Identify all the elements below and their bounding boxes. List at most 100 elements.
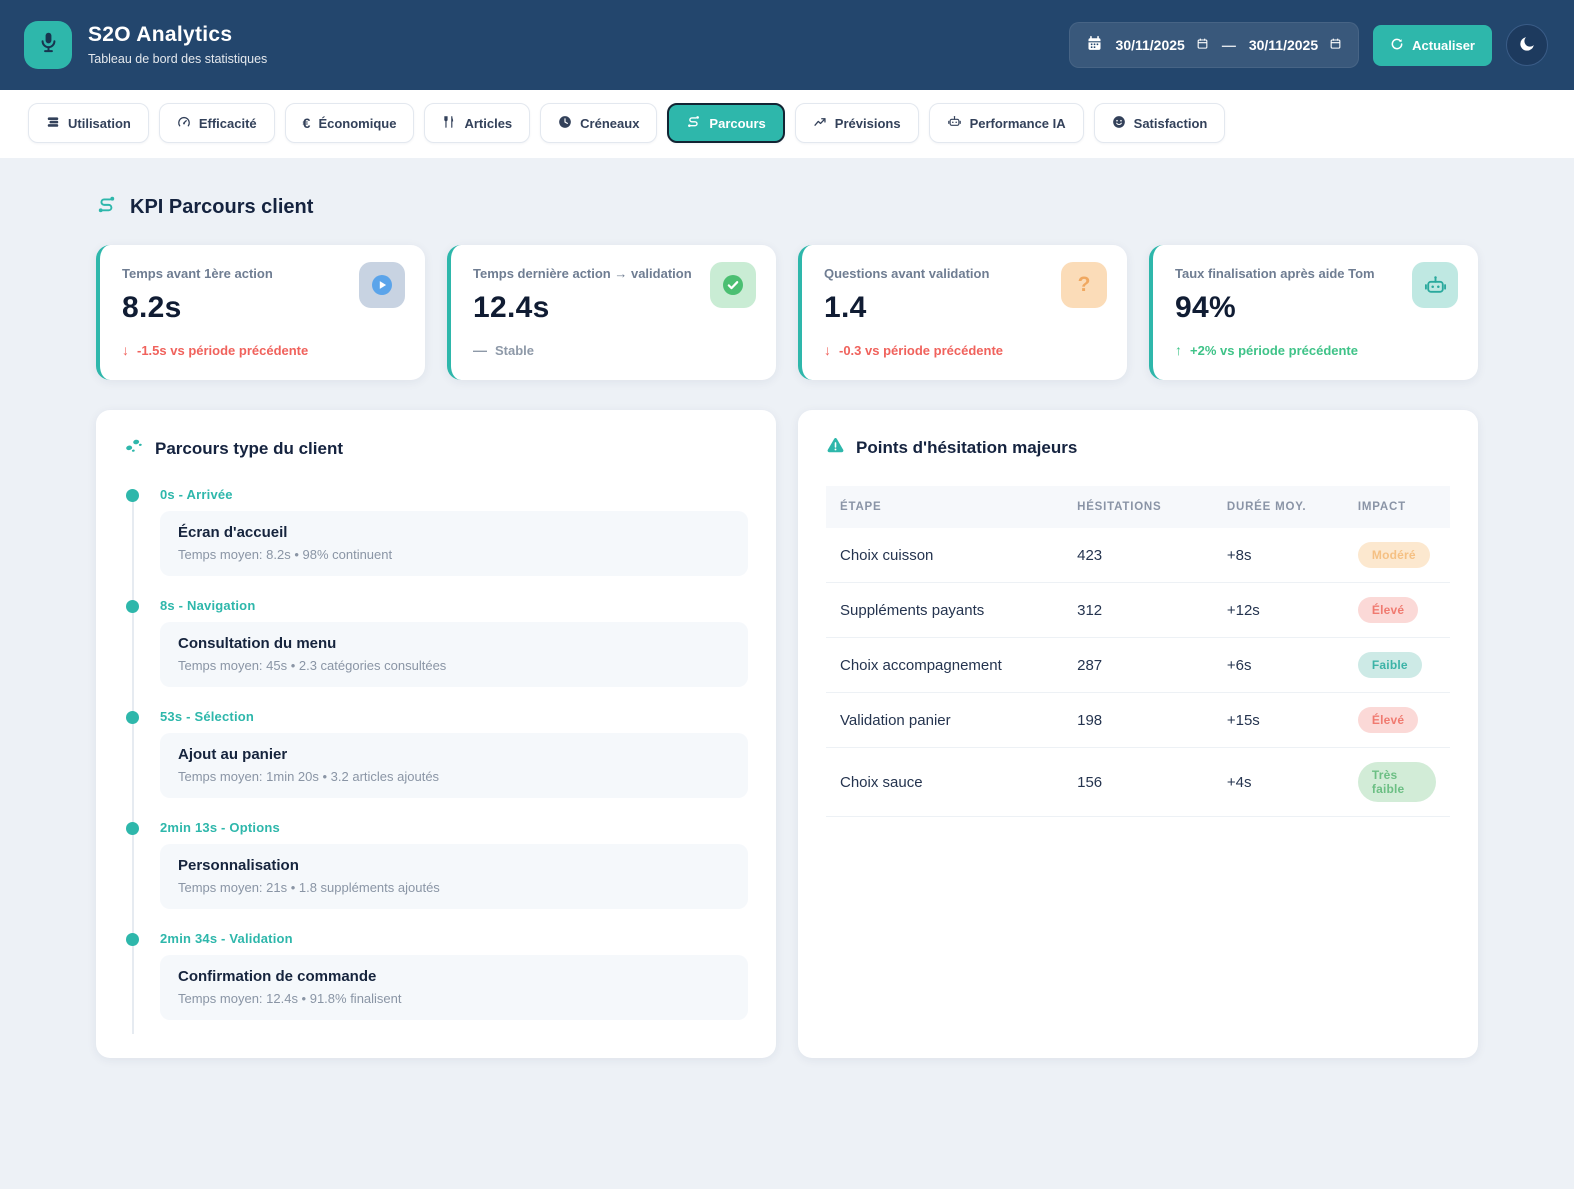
cell-duree: +12s bbox=[1212, 582, 1344, 638]
brand-text: S2O Analytics Tableau de bord des statis… bbox=[88, 24, 267, 66]
tab-economique[interactable]: € Économique bbox=[284, 103, 415, 143]
step-time-label: 0s - Arrivée bbox=[160, 487, 233, 502]
journey-panel-header: Parcours type du client bbox=[124, 436, 748, 461]
main-content: KPI Parcours client Temps avant 1ère act… bbox=[0, 158, 1574, 1098]
trend-chart-icon bbox=[813, 115, 827, 132]
timeline-step-navigation: 8s - Navigation Consultation du menu Tem… bbox=[124, 598, 748, 687]
cell-duree: +6s bbox=[1212, 637, 1344, 693]
utensils-icon bbox=[442, 115, 456, 132]
refresh-button[interactable]: Actualiser bbox=[1373, 24, 1492, 66]
date-from-input[interactable]: 30/11/2025 bbox=[1116, 37, 1209, 53]
step-title: Ajout au panier bbox=[178, 746, 288, 763]
timeline-step-arrivee: 0s - Arrivée Écran d'accueil Temps moyen… bbox=[124, 487, 748, 576]
cell-hesitations: 312 bbox=[1063, 582, 1213, 638]
step-time-label: 2min 13s - Options bbox=[160, 820, 280, 835]
step-title: Confirmation de commande bbox=[178, 968, 377, 985]
timeline-step-options: 2min 13s - Options Personnalisation Temp… bbox=[124, 820, 748, 909]
smiley-icon bbox=[1112, 115, 1126, 132]
tab-utilisation[interactable]: Utilisation bbox=[28, 103, 149, 143]
tab-efficacite[interactable]: Efficacité bbox=[158, 103, 275, 143]
route-icon bbox=[96, 194, 117, 221]
tab-label: Créneaux bbox=[580, 115, 640, 131]
step-card: Confirmation de commande Temps moyen: 12… bbox=[160, 955, 748, 1020]
tab-performance-ia[interactable]: Performance IA bbox=[928, 103, 1084, 143]
cell-etape: Suppléments payants bbox=[826, 582, 1064, 638]
kpi-delta: ↑ +2% vs période précédente bbox=[1175, 342, 1456, 358]
tab-label: Prévisions bbox=[834, 115, 901, 131]
cell-hesitations: 423 bbox=[1063, 528, 1213, 583]
cell-etape: Choix cuisson bbox=[826, 528, 1064, 583]
app-subtitle: Tableau de bord des statistiques bbox=[88, 52, 268, 66]
microphone-icon bbox=[36, 30, 61, 60]
timeline-dot bbox=[126, 600, 139, 613]
journey-panel-title: Parcours type du client bbox=[155, 438, 343, 458]
cell-etape: Choix accompagnement bbox=[826, 637, 1064, 693]
hesitations-table: ÉTAPE HÉSITATIONS DURÉE MOY. IMPACT Choi… bbox=[826, 486, 1450, 817]
cell-duree: +4s bbox=[1212, 747, 1344, 817]
tab-creneaux[interactable]: Créneaux bbox=[540, 103, 658, 143]
cell-hesitations: 287 bbox=[1063, 637, 1213, 693]
table-row: Choix cuisson 423 +8s Modéré bbox=[826, 528, 1450, 583]
step-card: Ajout au panier Temps moyen: 1min 20s • … bbox=[160, 733, 748, 798]
step-detail: Temps moyen: 45s • 2.3 catégories consul… bbox=[178, 658, 447, 673]
header-actions: 30/11/2025 — 30/11/2025 Actualiser bbox=[1068, 22, 1548, 68]
date-range-separator: — bbox=[1221, 37, 1236, 53]
date-picker-indicator-icon[interactable] bbox=[1196, 37, 1209, 53]
cell-hesitations: 156 bbox=[1063, 747, 1213, 817]
tab-articles[interactable]: Articles bbox=[424, 103, 531, 143]
kpi-delta-text: Stable bbox=[495, 342, 535, 358]
table-row: Choix sauce 156 +4s Très faible bbox=[826, 747, 1450, 817]
kpi-card-temps-derniere-action: Temps dernière action → validation 12.4s… bbox=[447, 245, 776, 380]
timeline-step-selection: 53s - Sélection Ajout au panier Temps mo… bbox=[124, 709, 748, 798]
robot-icon bbox=[1412, 262, 1458, 308]
tab-parcours[interactable]: Parcours bbox=[667, 103, 785, 143]
moon-icon bbox=[1518, 35, 1536, 56]
tab-satisfaction[interactable]: Satisfaction bbox=[1093, 103, 1226, 143]
date-to-value: 30/11/2025 bbox=[1248, 37, 1319, 53]
date-picker-indicator-icon[interactable] bbox=[1329, 37, 1342, 53]
kpi-grid: Temps avant 1ère action 8.2s ↓ -1.5s vs … bbox=[96, 245, 1478, 380]
impact-badge: Très faible bbox=[1357, 762, 1436, 802]
date-to-input[interactable]: 30/11/2025 bbox=[1249, 37, 1342, 53]
column-header-duree: DURÉE MOY. bbox=[1212, 486, 1344, 528]
usage-icon bbox=[46, 115, 60, 132]
tab-label: Efficacité bbox=[198, 115, 257, 131]
arrow-up-icon: ↑ bbox=[1175, 342, 1182, 359]
cell-duree: +15s bbox=[1212, 692, 1344, 748]
hesitations-panel-header: Points d'hésitation majeurs bbox=[826, 436, 1450, 460]
column-header-impact: IMPACT bbox=[1343, 486, 1450, 528]
brand: S2O Analytics Tableau de bord des statis… bbox=[24, 21, 267, 69]
tab-previsions[interactable]: Prévisions bbox=[794, 103, 919, 143]
table-row: Suppléments payants 312 +12s Élevé bbox=[826, 582, 1450, 638]
gauge-icon bbox=[177, 115, 191, 132]
robot-icon bbox=[947, 114, 962, 132]
question-icon: ? bbox=[1061, 262, 1107, 308]
app-header: S2O Analytics Tableau de bord des statis… bbox=[0, 0, 1574, 90]
step-card: Consultation du menu Temps moyen: 45s • … bbox=[160, 622, 748, 687]
timeline-dot bbox=[126, 933, 139, 946]
impact-badge: Faible bbox=[1357, 652, 1422, 678]
arrow-down-icon: ↓ bbox=[824, 342, 831, 359]
refresh-icon bbox=[1390, 37, 1404, 54]
section-header: KPI Parcours client bbox=[96, 194, 1478, 221]
dash-icon: — bbox=[473, 342, 487, 359]
step-time-label: 2min 34s - Validation bbox=[160, 931, 293, 946]
hesitations-panel: Points d'hésitation majeurs ÉTAPE HÉSITA… bbox=[798, 410, 1478, 1058]
panels-row: Parcours type du client 0s - Arrivée Écr… bbox=[96, 410, 1478, 1058]
warning-triangle-icon bbox=[826, 436, 845, 460]
step-card: Écran d'accueil Temps moyen: 8.2s • 98% … bbox=[160, 511, 748, 576]
kpi-card-taux-finalisation: Taux finalisation après aide Tom 94% ↑ +… bbox=[1149, 245, 1478, 380]
step-detail: Temps moyen: 21s • 1.8 suppléments ajout… bbox=[178, 880, 440, 895]
euro-icon: € bbox=[302, 115, 311, 131]
kpi-card-temps-avant-action: Temps avant 1ère action 8.2s ↓ -1.5s vs … bbox=[96, 245, 425, 380]
shoe-prints-icon bbox=[124, 436, 144, 461]
impact-badge: Élevé bbox=[1357, 707, 1419, 733]
table-header-row: ÉTAPE HÉSITATIONS DURÉE MOY. IMPACT bbox=[826, 486, 1450, 528]
step-time-label: 53s - Sélection bbox=[160, 709, 255, 724]
dark-mode-toggle[interactable] bbox=[1506, 24, 1548, 66]
kpi-delta: — Stable bbox=[473, 342, 754, 358]
timeline-dot bbox=[126, 711, 139, 724]
cell-etape: Validation panier bbox=[826, 692, 1064, 748]
kpi-delta-text: +2% vs période précédente bbox=[1190, 342, 1358, 358]
tab-label: Utilisation bbox=[68, 115, 131, 131]
